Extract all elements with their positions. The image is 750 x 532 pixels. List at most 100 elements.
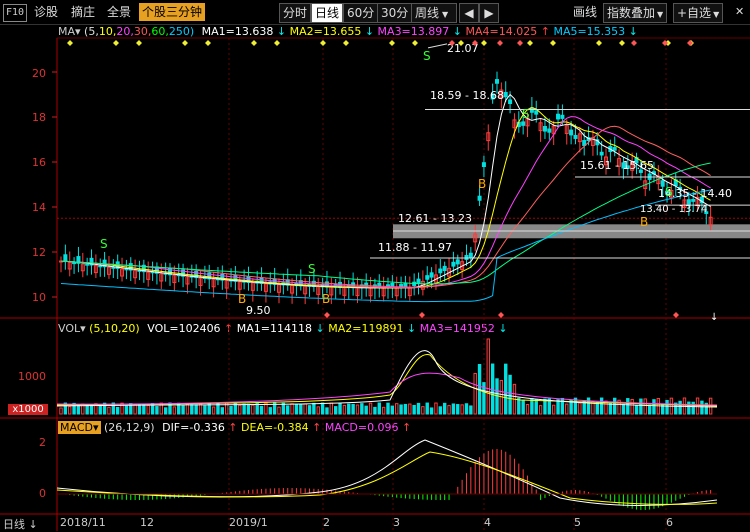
volume-bar (286, 405, 290, 415)
event-diamond (182, 40, 188, 46)
volume-bar (412, 404, 416, 415)
candle (521, 121, 526, 126)
low-label: 9.50 (246, 304, 271, 317)
kline-chart[interactable]: 21.079.5018.59 - 18.6815.61 - 15.6514.35… (0, 0, 750, 531)
volume-bar (525, 404, 530, 415)
event-diamond (67, 40, 73, 46)
volume-bar (146, 404, 150, 415)
volume-bar (133, 404, 137, 415)
volume-bar (451, 403, 456, 415)
volume-bar (665, 399, 669, 415)
dea-line (56, 451, 718, 505)
volume-bar (312, 402, 316, 415)
ma60-line (60, 162, 711, 285)
event-diamond-red (419, 312, 425, 318)
volume-bar (242, 403, 246, 415)
event-diamond-red (517, 40, 523, 46)
volume-bar (438, 406, 443, 415)
high-leader (427, 43, 448, 49)
volume-bar (521, 399, 525, 415)
volume-bar (277, 406, 281, 415)
volume-bar (377, 402, 381, 415)
volume-bar (538, 405, 543, 415)
volume-bar (556, 399, 560, 415)
down-arrow-icon: ↓ (710, 312, 718, 323)
band4-label: 12.61 - 13.23 (398, 212, 472, 225)
candle (547, 128, 552, 133)
volume-bar (246, 403, 251, 415)
volume-bar (338, 402, 342, 415)
volume-bar (643, 398, 647, 415)
band2-label: 15.61 - 15.65 (580, 159, 654, 172)
event-diamond-red (631, 40, 637, 46)
candle (556, 113, 561, 120)
volume-bar (325, 407, 329, 415)
candle (495, 79, 499, 84)
event-diamond-red (324, 312, 330, 318)
event-diamond (550, 40, 556, 46)
volume-bar (368, 402, 373, 415)
volume-bar (220, 407, 225, 415)
volume-bar (76, 405, 81, 415)
candle (425, 275, 430, 280)
volume-bar (268, 407, 272, 415)
volume-bar (364, 405, 368, 415)
buy-signal: B (322, 292, 330, 306)
volume-bar (464, 403, 469, 415)
volume-bar (155, 406, 159, 415)
event-diamond-red (498, 312, 504, 318)
event-diamond-red (497, 40, 503, 46)
volume-bar (652, 399, 656, 415)
volume-bar (107, 406, 111, 415)
candle (111, 266, 116, 269)
event-diamond (320, 40, 326, 46)
volume-bar (381, 406, 386, 415)
volume-bar (573, 397, 578, 415)
event-diamond (251, 40, 257, 46)
event-diamond-red (687, 40, 693, 46)
volume-bar (613, 397, 617, 415)
volume-bar (307, 405, 312, 415)
volume-bar (299, 404, 303, 415)
candle (477, 195, 482, 201)
candle (63, 254, 68, 263)
volume-bar (390, 405, 395, 415)
candle (438, 268, 443, 274)
candle (85, 263, 90, 266)
volume-bar (569, 399, 573, 415)
volume-bar (355, 404, 360, 415)
candle (442, 265, 447, 272)
volume-bar (395, 403, 399, 415)
band5-label: 11.88 - 11.97 (378, 241, 452, 254)
volume-bar (434, 402, 438, 415)
band1-label: 18.59 - 18.68 (430, 89, 504, 102)
event-diamond (412, 40, 418, 46)
volume-bar (294, 404, 299, 415)
buy-signal: B (478, 177, 486, 191)
event-diamond (136, 40, 142, 46)
volume-bar (429, 407, 434, 415)
volume-bar (447, 405, 451, 415)
volume-bar (508, 374, 512, 415)
volume-bar (551, 404, 556, 415)
volume-bar (425, 402, 429, 415)
volume-bar (98, 405, 102, 415)
volume-bar (530, 398, 534, 415)
volume-bar (621, 403, 626, 415)
volume-bar (403, 403, 408, 415)
event-diamond (596, 40, 602, 46)
volume-bar (238, 404, 242, 415)
volume-bar (320, 402, 325, 415)
volume-bar (700, 400, 704, 415)
volume-bar (460, 404, 464, 415)
candle (98, 265, 103, 268)
sell-signal: S (100, 237, 108, 251)
candle (573, 134, 578, 139)
volume-bar (456, 404, 460, 415)
sell-signal: S (423, 49, 431, 63)
event-diamond (481, 40, 487, 46)
volume-bar (473, 373, 477, 415)
volume-bar (416, 402, 421, 415)
candle (612, 147, 617, 151)
event-diamond-red (662, 40, 668, 46)
